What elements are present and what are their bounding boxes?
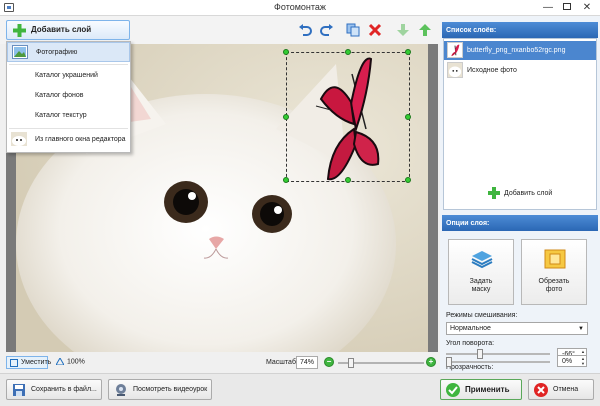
watch-tutorial-button[interactable]: Посмотреть видеоурок	[108, 379, 212, 400]
resize-handle[interactable]	[345, 177, 351, 183]
apply-button[interactable]: Применить	[440, 379, 522, 400]
rotation-slider-thumb[interactable]	[477, 349, 483, 359]
zoom-slider-thumb[interactable]	[348, 358, 354, 368]
crop-photo-button[interactable]: Обрезать фото	[521, 239, 587, 305]
video-icon	[116, 384, 126, 396]
zoom-100-label: 100%	[67, 358, 85, 366]
save-to-file-label: Сохранить в файл...	[31, 386, 97, 393]
redo-icon[interactable]	[320, 23, 334, 37]
move-down-icon[interactable]	[396, 23, 410, 37]
close-button[interactable]: ✕	[574, 0, 600, 16]
resize-handle[interactable]	[283, 114, 289, 120]
zoom-out-button[interactable]: −	[324, 357, 334, 367]
bottom-bar: Сохранить в файл... Посмотреть видеоурок…	[0, 373, 600, 406]
copy-icon[interactable]	[346, 23, 360, 37]
opacity-label: Прозрачность:	[446, 364, 494, 371]
kitten-thumbnail	[11, 132, 27, 146]
blend-mode-value: Нормальное	[450, 325, 491, 332]
zoom-actual-icon	[56, 358, 64, 365]
menu-divider	[9, 64, 128, 65]
menu-item-textures[interactable]: Каталог текстур	[7, 106, 130, 126]
set-mask-button[interactable]: Задать маску	[448, 239, 514, 305]
blend-mode-label: Режимы смешивания:	[446, 312, 518, 319]
maximize-icon	[563, 2, 571, 10]
save-to-file-button[interactable]: Сохранить в файл...	[6, 379, 102, 400]
menu-item-label: Каталог текстур	[35, 112, 87, 119]
opacity-input[interactable]: 0% ▲ ▼	[557, 355, 587, 367]
layer-row[interactable]: butterfly_png_nxanbo52rgc.png	[444, 41, 596, 60]
add-layer-label: Добавить слой	[31, 25, 92, 34]
move-up-icon[interactable]	[418, 23, 432, 37]
undo-icon[interactable]	[298, 23, 312, 37]
kitten-thumbnail	[447, 62, 463, 78]
add-layer-link-label: Добавить слой	[504, 190, 553, 197]
chevron-down-icon: ▼	[578, 326, 584, 332]
menu-item-label: Каталог украшений	[35, 72, 98, 79]
zoom-in-button[interactable]: +	[426, 357, 436, 367]
menu-item-backgrounds[interactable]: Каталог фонов	[7, 86, 130, 106]
window-title: Фотомонтаж	[274, 2, 326, 12]
blend-mode-select[interactable]: Нормальное ▼	[446, 322, 588, 335]
layer-name: Исходное фото	[467, 67, 517, 74]
scale-label: Масштаб:	[266, 359, 298, 366]
opacity-value: 0%	[562, 358, 573, 365]
delete-icon[interactable]	[368, 23, 382, 37]
rotation-slider[interactable]	[446, 349, 550, 359]
crop-icon	[544, 249, 566, 269]
spin-arrows-icon[interactable]: ▲▼	[581, 356, 585, 366]
watch-tutorial-label: Посмотреть видеоурок	[133, 386, 208, 393]
menu-item-label: Каталог фонов	[35, 92, 84, 99]
menu-item-label: Из главного окна редактора	[35, 136, 126, 143]
resize-handle[interactable]	[405, 114, 411, 120]
fit-label: Уместить	[21, 359, 52, 366]
layer-row[interactable]: Исходное фото	[444, 61, 596, 80]
crop-label-line1: Обрезать	[538, 278, 570, 285]
options-header: Опции слоя:	[442, 215, 598, 231]
layers-header: Список слоёв:	[442, 22, 598, 38]
crop-label-line2: фото	[545, 286, 563, 293]
cancel-button[interactable]: Отмена	[528, 379, 594, 400]
cancel-icon	[534, 383, 548, 397]
right-panel: Список слоёв: butterfly_png_nxanbo52rgc.…	[440, 16, 600, 373]
fit-button[interactable]: Уместить	[6, 356, 52, 369]
add-layer-menu: Фотографию Каталог украшений Каталог фон…	[6, 41, 131, 153]
butterfly-thumbnail	[447, 42, 463, 58]
mask-icon	[471, 251, 493, 269]
resize-handle[interactable]	[283, 177, 289, 183]
set-mask-label-line2: маску	[471, 286, 491, 293]
resize-handle[interactable]	[405, 177, 411, 183]
opacity-slider-thumb[interactable]	[446, 357, 452, 367]
set-mask-label-line1: Задать	[469, 278, 493, 285]
menu-item-photo[interactable]: Фотографию	[7, 42, 130, 62]
zoom-slider[interactable]	[338, 358, 424, 368]
menu-item-label: Фотографию	[36, 49, 78, 56]
add-layer-button[interactable]: Добавить слой	[6, 20, 130, 40]
plus-icon	[13, 24, 26, 37]
add-layer-link[interactable]: Добавить слой	[488, 187, 568, 201]
save-icon	[13, 384, 25, 396]
resize-handle[interactable]	[405, 49, 411, 55]
rotation-label: Угол поворота:	[446, 340, 495, 347]
selection-box[interactable]	[283, 49, 411, 183]
photo-icon	[12, 45, 28, 59]
layer-name: butterfly_png_nxanbo52rgc.png	[467, 47, 566, 54]
check-icon	[446, 383, 460, 397]
resize-handle[interactable]	[283, 49, 289, 55]
menu-item-main-window[interactable]: Из главного окна редактора	[7, 130, 130, 150]
zoom-100-button[interactable]: 100%	[56, 358, 85, 365]
status-bar: Уместить 100% Масштаб: 74% − +	[0, 354, 440, 372]
menu-divider	[9, 128, 128, 129]
apply-label: Применить	[465, 385, 510, 394]
window-title-bar: Фотомонтаж — ✕	[0, 0, 600, 16]
main-toolbar: Добавить слой	[0, 16, 440, 44]
layers-list: butterfly_png_nxanbo52rgc.png Исходное ф…	[443, 38, 597, 210]
plus-icon	[488, 187, 500, 199]
cancel-label: Отмена	[553, 386, 579, 393]
opacity-slider[interactable]	[446, 357, 550, 367]
menu-item-decorations[interactable]: Каталог украшений	[7, 66, 130, 86]
fit-icon	[10, 359, 18, 367]
resize-handle[interactable]	[345, 49, 351, 55]
scale-value-field[interactable]: 74%	[296, 356, 318, 369]
